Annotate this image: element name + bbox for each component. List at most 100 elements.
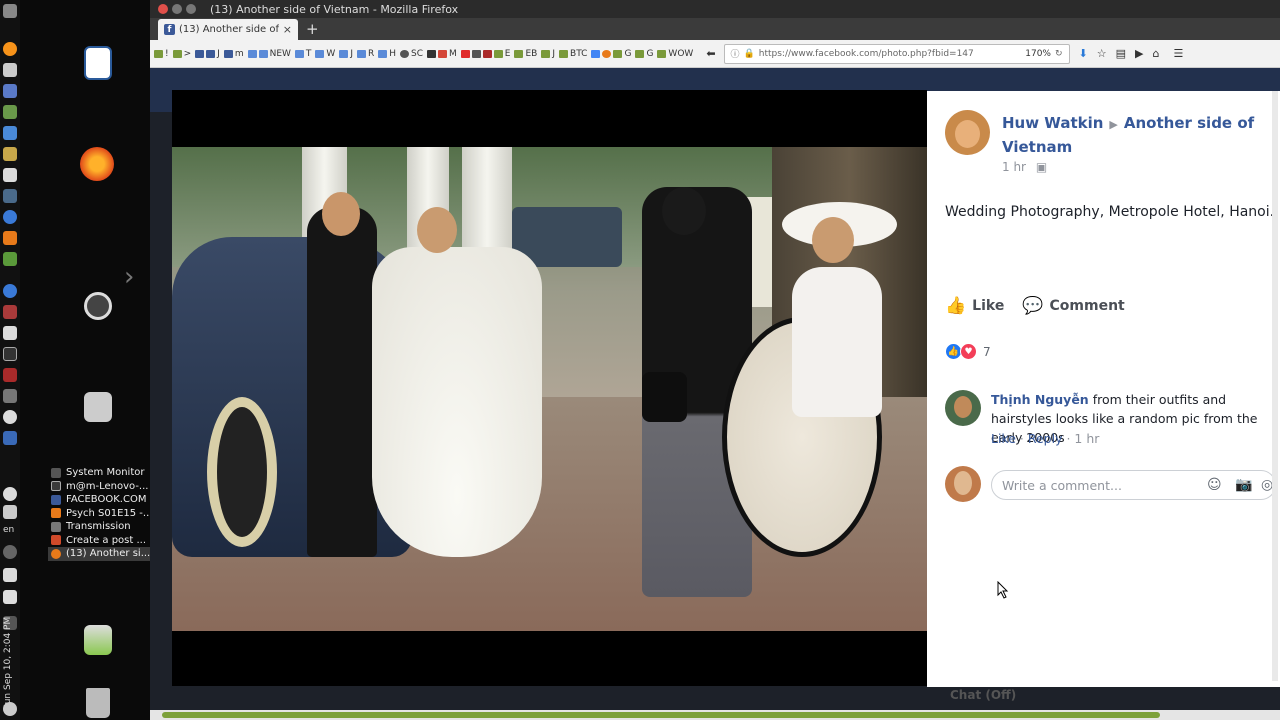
emoji-icon[interactable]: ☺ xyxy=(1207,477,1222,493)
new-tab-button[interactable]: + xyxy=(306,20,319,38)
vertical-scrollbar[interactable] xyxy=(1272,91,1278,681)
task-system-monitor[interactable]: System Monitor xyxy=(48,466,150,480)
post-time[interactable]: 1 hr ▣ xyxy=(1002,160,1047,174)
chat-status[interactable]: Chat (Off) xyxy=(950,688,1016,702)
bookmark-item[interactable]: SC xyxy=(400,49,423,59)
microphone-icon[interactable] xyxy=(3,545,17,559)
bookmark-item[interactable]: G xyxy=(635,49,653,59)
commenter-name[interactable]: Thịnh Nguyễn xyxy=(991,392,1089,407)
bitcoin-icon[interactable] xyxy=(3,42,17,56)
title-bar[interactable]: (13) Another side of Vietnam - Mozilla F… xyxy=(150,0,1280,18)
firefox-icon[interactable] xyxy=(80,147,114,181)
notes-icon[interactable] xyxy=(3,63,17,77)
tray-grey-icon[interactable] xyxy=(3,389,17,403)
apps-icon[interactable] xyxy=(3,126,17,140)
download-icon[interactable]: ⬇ xyxy=(1079,47,1088,60)
comment-input[interactable] xyxy=(991,470,1276,500)
bookmark-item[interactable]: W xyxy=(315,49,335,59)
bookmark-item[interactable]: R xyxy=(356,49,374,59)
calendar-icon[interactable] xyxy=(3,84,17,98)
tray-red-icon[interactable] xyxy=(3,368,17,382)
maximize-window-icon[interactable] xyxy=(186,4,196,14)
menu-icon[interactable]: ☰ xyxy=(1173,47,1183,60)
comment-time[interactable]: 1 hr xyxy=(1074,431,1099,446)
screen-icon[interactable] xyxy=(3,326,17,340)
monitor-icon[interactable] xyxy=(3,189,17,203)
reaction-summary[interactable]: 👍 ♥ 7 xyxy=(945,343,991,360)
url-bar[interactable]: ⓘ 🔒 https://www.facebook.com/photo.php?f… xyxy=(723,43,1070,64)
info-icon[interactable]: ⓘ xyxy=(731,47,740,60)
bookmark-item[interactable]: EB xyxy=(514,49,537,59)
tab-facebook[interactable]: f (13) Another side of Vi × xyxy=(158,19,298,40)
close-window-icon[interactable] xyxy=(158,4,168,14)
horizontal-scrollbar[interactable] xyxy=(150,710,1280,720)
scroll-thumb[interactable] xyxy=(162,712,1160,718)
bookmark-item[interactable]: NEW xyxy=(247,49,291,59)
browser-icon[interactable] xyxy=(3,210,17,224)
commenter-avatar[interactable] xyxy=(945,390,981,426)
youtube-toolbar-icon[interactable]: ▶ xyxy=(1135,47,1143,60)
language-indicator[interactable]: en xyxy=(3,525,14,535)
wedding-photo[interactable] xyxy=(172,147,927,631)
bookmark-item[interactable]: M xyxy=(427,49,457,59)
user-tray-icon[interactable] xyxy=(3,505,17,519)
vlc-tray-icon[interactable] xyxy=(3,231,17,245)
bookmark-item[interactable]: J xyxy=(195,49,220,59)
chromium-icon[interactable] xyxy=(3,284,17,298)
writer-icon[interactable] xyxy=(84,46,112,80)
bookmark-item[interactable]: J xyxy=(339,49,353,59)
bookmark-item[interactable]: WOW xyxy=(657,49,693,59)
author-name[interactable]: Huw Watkin xyxy=(1002,114,1103,132)
like-button[interactable]: 👍 Like xyxy=(945,296,1004,316)
task-transmission[interactable]: Transmission xyxy=(48,520,150,534)
dock-expand-icon[interactable]: › xyxy=(124,262,134,292)
task-terminal[interactable]: m@m-Lenovo-... xyxy=(48,480,150,494)
tray-blue-icon[interactable] xyxy=(3,431,17,445)
bookmark-item[interactable]: > xyxy=(172,49,191,59)
task-create-post[interactable]: Create a post ... xyxy=(48,534,150,548)
bookmark-star-icon[interactable]: ☆ xyxy=(1097,47,1107,60)
my-avatar[interactable] xyxy=(945,466,981,502)
ubuntu-icon[interactable] xyxy=(84,292,112,320)
terminal-icon[interactable] xyxy=(3,347,17,361)
camera-icon[interactable]: 📷 xyxy=(1235,477,1252,493)
archive-icon[interactable] xyxy=(84,392,112,422)
system-icon[interactable] xyxy=(3,4,17,18)
doc-icon[interactable] xyxy=(3,168,17,182)
close-tab-icon[interactable]: × xyxy=(283,23,292,36)
clock[interactable]: Sun Sep 10, 2:04 PM xyxy=(3,600,17,710)
power-icon[interactable] xyxy=(3,702,17,716)
network-icon[interactable] xyxy=(3,487,17,501)
zoom-level[interactable]: 170% xyxy=(1025,49,1051,59)
comment-button[interactable]: 💬 Comment xyxy=(1022,296,1124,316)
files-icon[interactable] xyxy=(3,147,17,161)
spreadsheet-icon[interactable] xyxy=(3,105,17,119)
comment-reply-link[interactable]: Reply xyxy=(1028,431,1063,446)
home-icon[interactable]: ⌂ xyxy=(1153,47,1160,60)
volume-icon[interactable] xyxy=(3,568,17,582)
task-firefox-active[interactable]: (13) Another si... xyxy=(48,547,150,561)
bookmark-item[interactable]: G xyxy=(591,49,631,59)
url-text[interactable]: https://www.facebook.com/photo.php?fbid=… xyxy=(759,49,1021,59)
task-psych[interactable]: Psych S01E15 -... xyxy=(48,507,150,521)
tray-tool-icon[interactable] xyxy=(3,305,17,319)
photo-viewer[interactable] xyxy=(172,90,927,686)
clock-tray-icon[interactable] xyxy=(3,410,17,424)
bookmark-item[interactable]: E xyxy=(460,49,510,59)
minimize-window-icon[interactable] xyxy=(172,4,182,14)
bookmark-item[interactable]: BTC xyxy=(559,49,587,59)
bookmark-item[interactable]: H xyxy=(378,49,396,59)
task-facebook[interactable]: FACEBOOK.COM xyxy=(48,493,150,507)
bookmark-item[interactable]: m xyxy=(223,49,244,59)
trash-icon[interactable] xyxy=(86,688,110,718)
back-icon[interactable]: ⬅ xyxy=(706,47,715,60)
comment-like-link[interactable]: Like xyxy=(991,431,1016,446)
reload-icon[interactable]: ↻ xyxy=(1055,49,1063,59)
bookmark-item[interactable]: ! xyxy=(154,49,169,59)
author-avatar[interactable] xyxy=(945,110,990,155)
bookmark-item[interactable]: T xyxy=(294,49,311,59)
tray-app-icon[interactable] xyxy=(3,252,17,266)
reader-icon[interactable]: ▤ xyxy=(1116,47,1126,60)
user-switch-icon[interactable] xyxy=(84,625,112,655)
bookmark-item[interactable]: J xyxy=(541,49,555,59)
